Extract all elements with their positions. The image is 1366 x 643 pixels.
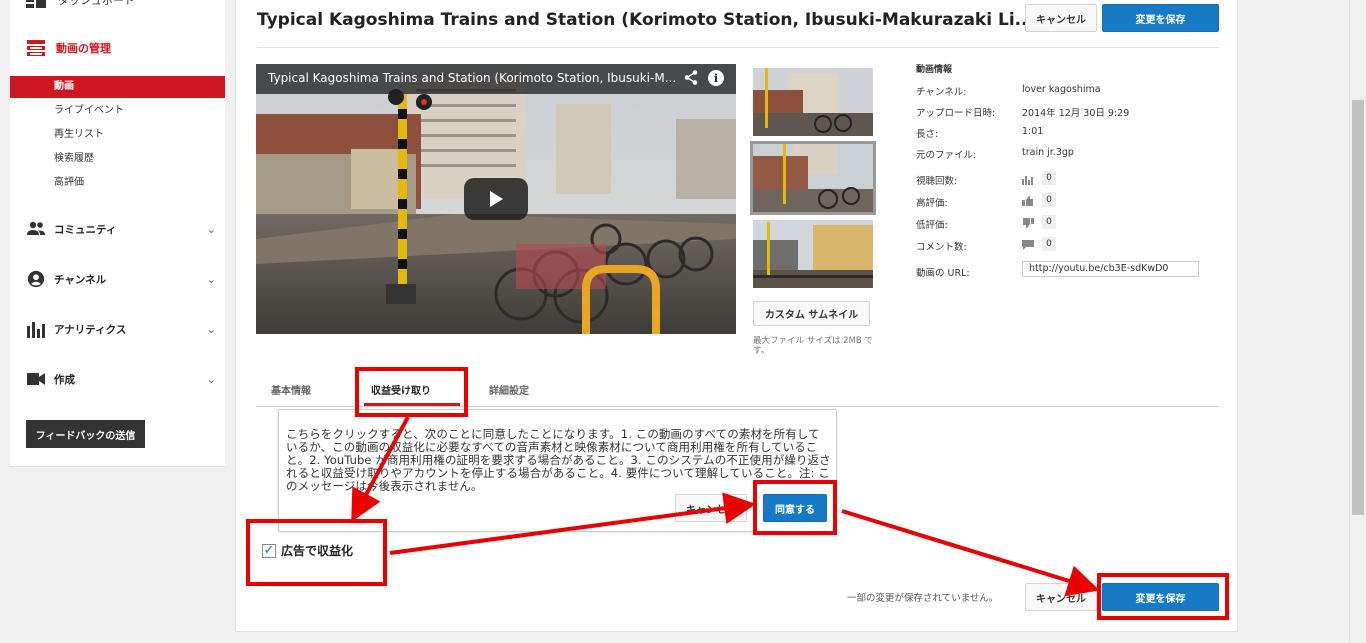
thumbs-down-icon [1023,218,1034,228]
header-cancel-button[interactable]: キャンセル [1025,4,1097,32]
max-file-size-note: 最大ファイル サイズは 2MB です。 [753,336,873,356]
sidebar-section-analytics[interactable]: アナリティクス ⌄ [26,320,216,338]
account-icon [27,270,45,288]
section-label: コミュニティ [54,223,117,236]
sidebar-item-label: ダッシュボード [58,0,135,7]
chevron-down-icon[interactable]: ⌄ [207,273,216,286]
views-label: 視聴回数: [916,176,958,187]
unsaved-changes-note: 一部の変更が保存されていません。 [847,593,999,604]
channel-value[interactable]: lover kagoshima [1022,84,1101,95]
dashboard-icon [26,0,46,8]
tab-basic-info[interactable]: 基本情報 [271,382,311,397]
send-feedback-button[interactable]: フィードバックの送信 [26,420,145,448]
sidebar-section-channel[interactable]: チャンネル ⌄ [26,270,216,288]
views-count: 0 [1042,171,1056,185]
page-title: Typical Kagoshima Trains and Station (Ko… [257,10,1035,30]
play-icon [490,191,503,207]
length-value: 1:01 [1022,126,1044,137]
section-label: 作成 [54,373,75,386]
section-label: チャンネル [54,273,107,286]
video-camera-icon [27,373,45,385]
scrollbar-thumb[interactable] [1352,100,1364,515]
video-player[interactable]: Typical Kagoshima Trains and Station (Ko… [256,64,736,334]
sidebar-item-video-manager[interactable]: 動画の管理 [26,38,111,58]
share-icon[interactable] [684,70,698,85]
custom-thumbnail-button[interactable]: カスタム サムネイル [753,301,870,326]
chevron-down-icon[interactable]: ⌄ [207,373,216,386]
upload-date-value: 2014年 12月 30日 9:29 [1022,108,1130,119]
player-title: Typical Kagoshima Trains and Station (Ko… [268,71,677,85]
sidebar-item-label: 動画の管理 [56,42,111,55]
play-button[interactable] [464,178,528,220]
section-label: アナリティクス [54,323,127,336]
sidebar-item-videos[interactable]: 動画 [10,76,225,98]
video-manager-icon [27,40,45,56]
info-icon[interactable]: i [708,70,724,86]
views-icon [1022,176,1033,185]
annotation-box-save-button [1097,573,1229,620]
sidebar: ダッシュボード 動画の管理 動画 ライブイベント 再生リスト 検索履歴 高評価 … [10,0,225,467]
page-scrollbar[interactable] [1349,0,1366,643]
bar-chart-icon [27,322,45,338]
consent-cancel-button[interactable]: キャンセル [675,494,747,522]
upload-date-label: アップロード日時: [916,108,996,119]
annotation-box-agree-button [753,480,837,535]
comments-label: コメント数: [916,242,967,253]
video-info-panel: 動画情報 チャンネル: lover kagoshima アップロード日時: 20… [916,62,1199,279]
divider [257,47,1219,48]
sidebar-item-playlists[interactable]: 再生リスト [10,124,225,146]
video-url-label: 動画の URL: [916,268,970,279]
comments-count: 0 [1042,237,1056,251]
length-label: 長さ: [916,129,939,140]
tab-advanced-settings[interactable]: 詳細設定 [489,382,529,397]
sidebar-section-community[interactable]: コミュニティ ⌄ [26,220,216,238]
header-save-button[interactable]: 変更を保存 [1102,4,1219,32]
thumbnail-option-2[interactable] [750,141,876,215]
annotation-box-monetization-tab [355,367,468,417]
thumbnail-option-3[interactable] [753,220,873,288]
thumbnail-option-1[interactable] [753,68,873,136]
footer-cancel-button[interactable]: キャンセル [1025,583,1097,611]
channel-label: チャンネル: [916,87,967,98]
video-info-heading: 動画情報 [916,65,953,75]
sidebar-item-live-events[interactable]: ライブイベント [10,100,225,122]
people-icon [27,221,45,235]
dislikes-label: 低評価: [916,220,948,231]
video-url-field[interactable]: http://youtu.be/cb3E-sdKwD0 [1022,261,1199,277]
likes-count: 0 [1042,193,1056,207]
original-file-label: 元のファイル: [916,150,977,161]
annotation-box-monetize-checkbox [246,519,387,586]
consent-text: こちらをクリックすると、次のことに同意したことになります。1. この動画のすべて… [286,427,831,493]
comment-icon [1022,240,1034,250]
sidebar-section-create[interactable]: 作成 ⌄ [26,370,216,388]
sidebar-item-liked[interactable]: 高評価 [10,172,225,194]
sidebar-item-dashboard[interactable]: ダッシュボード [26,0,135,8]
sidebar-item-search-history[interactable]: 検索履歴 [10,148,225,170]
dislikes-count: 0 [1042,215,1056,229]
original-file-value: train jr.3gp [1022,147,1074,158]
chevron-down-icon[interactable]: ⌄ [207,223,216,236]
likes-label: 高評価: [916,198,948,209]
thumbs-up-icon [1022,196,1033,206]
chevron-down-icon[interactable]: ⌄ [207,323,216,336]
